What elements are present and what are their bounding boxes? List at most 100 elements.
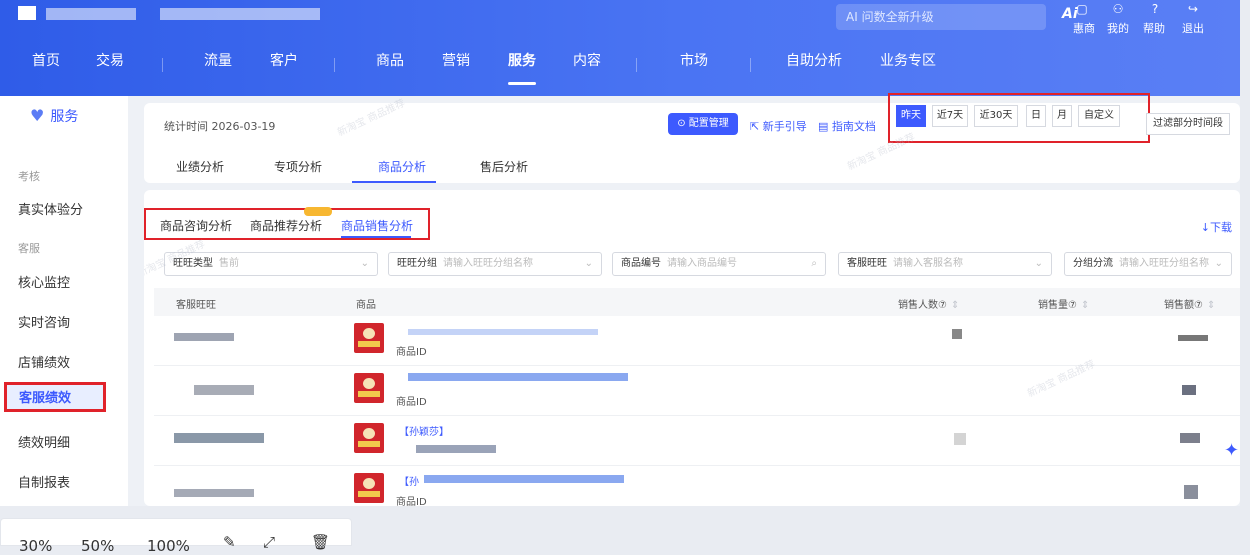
product-thumbnail[interactable] bbox=[354, 373, 384, 403]
top-bar: AI 问数全新升级 Ai ▢ 惠商 ⚇ 我的 ? 帮助 ↪ 退出 首页 交易 流… bbox=[0, 0, 1240, 96]
expand-icon[interactable]: ⤢ bbox=[263, 533, 275, 551]
filter-label: 分组分流 bbox=[1073, 258, 1113, 269]
filter-label: 旺旺分组 bbox=[397, 258, 437, 269]
sidebar-item-real-experience[interactable]: 真实体验分 bbox=[18, 199, 83, 218]
product-title-link[interactable]: 【孙 bbox=[399, 473, 419, 488]
user-menu-label[interactable]: 帮助 bbox=[1143, 20, 1165, 36]
sidebar-item-shop-performance[interactable]: 店铺绩效 bbox=[18, 352, 70, 371]
col-cs-wangwang: 客服旺旺 bbox=[176, 300, 216, 311]
nav-traffic[interactable]: 流量 bbox=[204, 50, 232, 70]
subtab-product-recommend[interactable]: 商品推荐分析 bbox=[250, 217, 322, 234]
nav-active-indicator bbox=[508, 82, 536, 85]
nav-self-analysis[interactable]: 自助分析 bbox=[786, 50, 842, 70]
pencil-icon[interactable]: ✎ bbox=[223, 533, 236, 551]
subtab-product-consult[interactable]: 商品咨询分析 bbox=[160, 217, 232, 234]
table-row[interactable]: 【孙 商品ID bbox=[154, 467, 1240, 506]
tab-after-sales[interactable]: 售后分析 bbox=[480, 158, 528, 175]
nav-content[interactable]: 内容 bbox=[573, 50, 601, 70]
filter-time-button[interactable]: 过滤部分时间段 bbox=[1146, 113, 1230, 135]
col-sales-amount[interactable]: 销售额⑦ ⇕ bbox=[1164, 296, 1215, 311]
nav-marketing[interactable]: 营销 bbox=[442, 50, 470, 70]
user-menu-label[interactable]: 退出 bbox=[1182, 20, 1204, 36]
range-month[interactable]: 月 bbox=[1052, 105, 1072, 127]
user-icon[interactable]: ⚇ bbox=[1105, 2, 1131, 16]
product-thumbnail[interactable] bbox=[354, 473, 384, 503]
sidebar-item-cs-performance[interactable]: 客服绩效 bbox=[4, 382, 106, 412]
nav-business-zone[interactable]: 业务专区 bbox=[880, 50, 936, 70]
range-custom[interactable]: 自定义 bbox=[1078, 105, 1120, 127]
product-title-blurred bbox=[424, 475, 624, 483]
config-button[interactable]: ⊙ 配置管理 bbox=[668, 113, 738, 135]
watermark: 新淘宝 商品推荐 bbox=[335, 97, 407, 139]
zoom-100[interactable]: 100% bbox=[147, 537, 190, 555]
sidebar-title: ♥ 服务 bbox=[30, 106, 78, 126]
product-thumbnail[interactable] bbox=[354, 323, 384, 353]
cs-name-blurred bbox=[174, 489, 254, 497]
filter-wangwang-group[interactable]: 旺旺分组 请输入旺旺分组名称 ⌄ bbox=[388, 252, 602, 276]
nav-service[interactable]: 服务 bbox=[508, 50, 536, 70]
table-row[interactable]: 商品ID bbox=[154, 367, 1240, 416]
sidebar-item-performance-detail[interactable]: 绩效明细 bbox=[18, 432, 70, 451]
zoom-50[interactable]: 50% bbox=[81, 537, 114, 555]
nav-home[interactable]: 首页 bbox=[32, 50, 60, 70]
sidebar-title-text: 服务 bbox=[50, 109, 79, 125]
analysis-header-card: 统计时间 2026-03-19 ⊙ 配置管理 ⇱ 新手引导 ▤ 指南文档 昨天 … bbox=[144, 93, 1240, 183]
subtab-product-sales[interactable]: 商品销售分析 bbox=[341, 217, 413, 234]
product-title-link[interactable]: 【孙颖莎】 bbox=[399, 423, 449, 438]
nav-divider bbox=[334, 58, 335, 72]
ai-search-input[interactable]: AI 问数全新升级 bbox=[836, 4, 1046, 30]
range-30days[interactable]: 近30天 bbox=[974, 105, 1018, 127]
col-sales-volume[interactable]: 销售量⑦ ⇕ bbox=[1038, 296, 1089, 311]
doc-link[interactable]: ▤ 指南文档 bbox=[818, 118, 876, 134]
nav-product[interactable]: 商品 bbox=[376, 50, 404, 70]
assistant-icon[interactable]: ✦ bbox=[1224, 440, 1240, 466]
product-id-label: 商品ID bbox=[396, 347, 427, 358]
doc-link-label: 指南文档 bbox=[831, 120, 876, 133]
breadcrumb-blurred bbox=[160, 8, 320, 20]
sidebar-section-cs: 客服 bbox=[18, 242, 40, 255]
tab-performance[interactable]: 业绩分析 bbox=[176, 158, 224, 175]
sidebar-item-realtime-consult[interactable]: 实时咨询 bbox=[18, 312, 70, 331]
filter-placeholder: 请输入客服名称 bbox=[893, 258, 963, 269]
filter-product-id[interactable]: 商品编号 请输入商品编号 ⌕ bbox=[612, 252, 826, 276]
filter-cs-wangwang[interactable]: 客服旺旺 请输入客服名称 ⌄ bbox=[838, 252, 1052, 276]
user-menu-label[interactable]: 我的 bbox=[1107, 20, 1129, 36]
table-row[interactable]: 商品ID bbox=[154, 317, 1240, 366]
nav-divider bbox=[750, 58, 751, 72]
range-7days[interactable]: 近7天 bbox=[932, 105, 968, 127]
search-icon[interactable]: ⌕ bbox=[811, 253, 817, 275]
tab-product-analysis[interactable]: 商品分析 bbox=[378, 158, 426, 175]
chevron-down-icon: ⌄ bbox=[1214, 258, 1223, 269]
zoom-30[interactable]: 30% bbox=[19, 537, 52, 555]
filter-value: 售前 bbox=[219, 258, 239, 269]
guide-link[interactable]: ⇱ 新手引导 bbox=[750, 118, 807, 134]
store-icon[interactable]: ▢ bbox=[1069, 2, 1095, 16]
sidebar-item-custom-report[interactable]: 自制报表 bbox=[18, 472, 70, 491]
col-sales-people[interactable]: 销售人数⑦ ⇕ bbox=[898, 296, 959, 311]
user-menu-label[interactable]: 惠商 bbox=[1073, 20, 1095, 36]
tab-special[interactable]: 专项分析 bbox=[274, 158, 322, 175]
help-icon[interactable]: ? bbox=[1142, 2, 1168, 16]
filter-wangwang-type[interactable]: 旺旺类型 售前 ⌄ bbox=[164, 252, 378, 276]
product-thumbnail[interactable] bbox=[354, 423, 384, 453]
range-yesterday[interactable]: 昨天 bbox=[896, 105, 926, 127]
filter-placeholder: 请输入旺旺分组名称 bbox=[443, 258, 533, 269]
nav-customer[interactable]: 客户 bbox=[270, 50, 298, 70]
download-button[interactable]: ↓下载 bbox=[1201, 219, 1232, 235]
nav-market[interactable]: 市场 bbox=[680, 50, 708, 70]
product-id-label: 商品ID bbox=[396, 397, 427, 408]
filter-group-split[interactable]: 分组分流 请输入旺旺分组名称 ⌄ bbox=[1064, 252, 1232, 276]
range-day[interactable]: 日 bbox=[1026, 105, 1046, 127]
sidebar-item-core-monitor[interactable]: 核心监控 bbox=[18, 272, 70, 291]
filter-label: 旺旺类型 bbox=[173, 258, 213, 269]
nav-divider bbox=[636, 58, 637, 72]
trash-icon[interactable]: 🗑 bbox=[311, 533, 330, 551]
sales-amount-blurred bbox=[1178, 335, 1208, 341]
app-window: AI 问数全新升级 Ai ▢ 惠商 ⚇ 我的 ? 帮助 ↪ 退出 首页 交易 流… bbox=[0, 0, 1240, 506]
subtab-active-indicator bbox=[341, 236, 411, 238]
table-row[interactable]: 【孙颖莎】 bbox=[154, 417, 1240, 466]
nav-trade[interactable]: 交易 bbox=[96, 50, 124, 70]
sales-people-blurred bbox=[952, 329, 962, 339]
logout-icon[interactable]: ↪ bbox=[1180, 2, 1206, 16]
filter-label: 客服旺旺 bbox=[847, 258, 887, 269]
